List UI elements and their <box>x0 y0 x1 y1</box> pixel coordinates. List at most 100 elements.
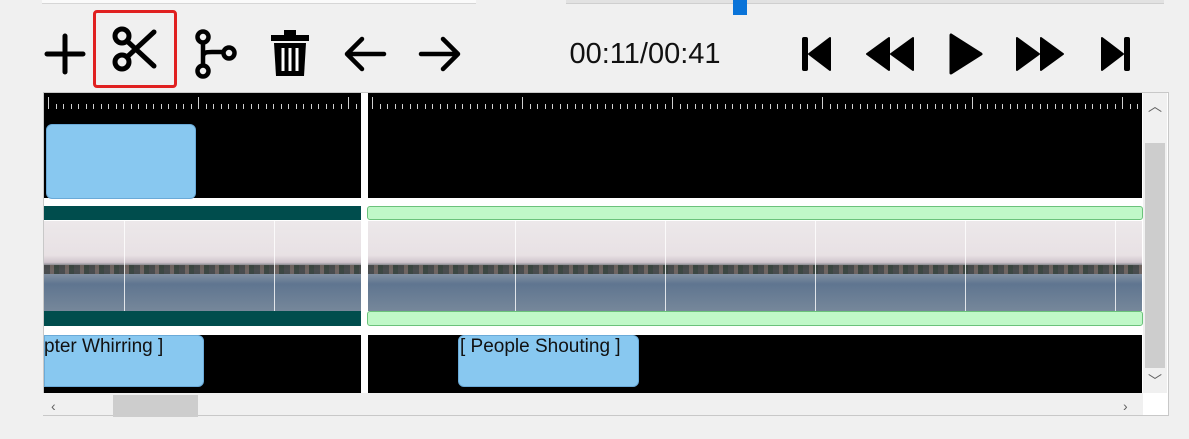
overlay-track-segment-right[interactable] <box>368 113 1142 198</box>
ruler-tick <box>964 104 966 109</box>
undo-button[interactable] <box>330 20 400 88</box>
ruler-tick <box>1122 97 1123 109</box>
branch-icon <box>192 29 238 79</box>
ruler-tick <box>499 104 501 109</box>
cut-button[interactable] <box>93 10 177 88</box>
branch-button[interactable] <box>180 20 250 88</box>
play-button[interactable] <box>930 20 1000 88</box>
add-button[interactable] <box>30 20 100 88</box>
video-clip-header-left[interactable] <box>44 206 361 220</box>
ruler-tick <box>582 104 583 109</box>
ruler-tick <box>417 104 418 109</box>
ruler-tick <box>649 104 651 109</box>
caption-clip-text: [ People Shouting ] <box>460 336 621 357</box>
ruler-tick <box>739 104 741 109</box>
ruler-tick <box>559 104 561 109</box>
ruler-tick <box>934 104 936 109</box>
time-ruler-left[interactable] <box>44 93 361 113</box>
ruler-tick <box>462 104 463 109</box>
ruler-tick <box>387 104 388 109</box>
ruler-tick <box>867 104 868 109</box>
scroll-up-arrow-icon[interactable]: ︿ <box>1148 99 1162 113</box>
scroll-left-arrow-icon[interactable]: ‹ <box>51 399 56 413</box>
ruler-tick <box>1092 104 1093 109</box>
scroll-down-arrow-icon[interactable]: ﹀ <box>1148 374 1162 388</box>
ruler-tick <box>1054 104 1056 109</box>
ruler-tick <box>1129 104 1131 109</box>
ruler-tick <box>1069 104 1071 109</box>
seek-bar[interactable] <box>566 0 1164 4</box>
scroll-right-arrow-icon[interactable]: › <box>1123 399 1128 413</box>
ruler-tick <box>85 104 87 109</box>
ruler-tick <box>724 104 726 109</box>
ruler-tick <box>507 104 508 109</box>
ruler-tick <box>634 104 636 109</box>
ruler-tick <box>814 104 816 109</box>
ruler-tick <box>333 104 334 109</box>
top-text-field[interactable] <box>42 0 476 4</box>
ruler-tick <box>529 104 531 109</box>
ruler-tick <box>1107 104 1108 109</box>
ruler-tick <box>310 104 312 109</box>
ruler-tick <box>574 104 576 109</box>
video-clip-footer-left[interactable] <box>44 311 361 326</box>
ruler-tick <box>799 104 801 109</box>
arrow-left-icon <box>342 34 388 74</box>
horizontal-scrollbar[interactable] <box>43 393 1143 415</box>
skip-to-end-button[interactable] <box>1081 20 1151 88</box>
ruler-tick <box>1084 104 1086 109</box>
overlay-clip[interactable] <box>46 124 196 199</box>
ruler-tick <box>1024 104 1026 109</box>
ruler-tick <box>514 104 516 109</box>
ruler-tick <box>108 104 109 109</box>
seek-thumb[interactable] <box>733 0 747 15</box>
horizontal-scroll-thumb[interactable] <box>113 395 198 417</box>
ruler-tick <box>93 104 94 109</box>
ruler-tick <box>1009 104 1011 109</box>
ruler-tick <box>348 97 349 109</box>
ruler-tick <box>537 104 538 109</box>
scissors-icon <box>110 24 160 74</box>
ruler-tick <box>664 104 666 109</box>
ruler-tick <box>837 104 838 109</box>
delete-button[interactable] <box>255 20 325 88</box>
ruler-tick <box>702 104 703 109</box>
ruler-tick <box>235 104 237 109</box>
ruler-tick <box>477 104 478 109</box>
ruler-tick <box>1017 104 1018 109</box>
ruler-tick <box>942 104 943 109</box>
ruler-tick <box>1137 104 1138 109</box>
ruler-tick <box>972 97 973 109</box>
video-clip-header-right[interactable] <box>367 206 1143 220</box>
ruler-tick <box>544 104 546 109</box>
video-thumbnail-strip-left[interactable] <box>44 221 361 311</box>
ruler-tick <box>619 104 621 109</box>
ruler-tick <box>379 104 381 109</box>
time-ruler-right[interactable] <box>368 93 1142 113</box>
ruler-tick <box>642 104 643 109</box>
ruler-tick <box>70 104 72 109</box>
vertical-scroll-thumb[interactable] <box>1145 143 1165 368</box>
video-thumbnail-strip-right[interactable] <box>368 221 1142 311</box>
ruler-tick <box>679 104 681 109</box>
fast-forward-icon <box>1014 34 1066 74</box>
timecode-display: 00:11/00:41 <box>569 38 721 70</box>
ruler-tick <box>295 104 297 109</box>
ruler-tick <box>303 104 304 109</box>
ruler-tick <box>784 104 786 109</box>
skip-to-start-button[interactable] <box>781 20 851 88</box>
ruler-tick <box>912 104 913 109</box>
ruler-tick <box>394 104 396 109</box>
video-clip-footer-right[interactable] <box>367 311 1143 326</box>
ruler-tick <box>160 104 162 109</box>
redo-button[interactable] <box>405 20 475 88</box>
skip-end-icon <box>1098 34 1134 74</box>
fast-forward-button[interactable] <box>1005 20 1075 88</box>
rewind-button[interactable] <box>855 20 925 88</box>
ruler-tick <box>424 104 426 109</box>
ruler-tick <box>604 104 606 109</box>
ruler-tick <box>484 104 486 109</box>
ruler-tick <box>979 104 981 109</box>
ruler-tick <box>432 104 433 109</box>
ruler-tick <box>258 104 259 109</box>
